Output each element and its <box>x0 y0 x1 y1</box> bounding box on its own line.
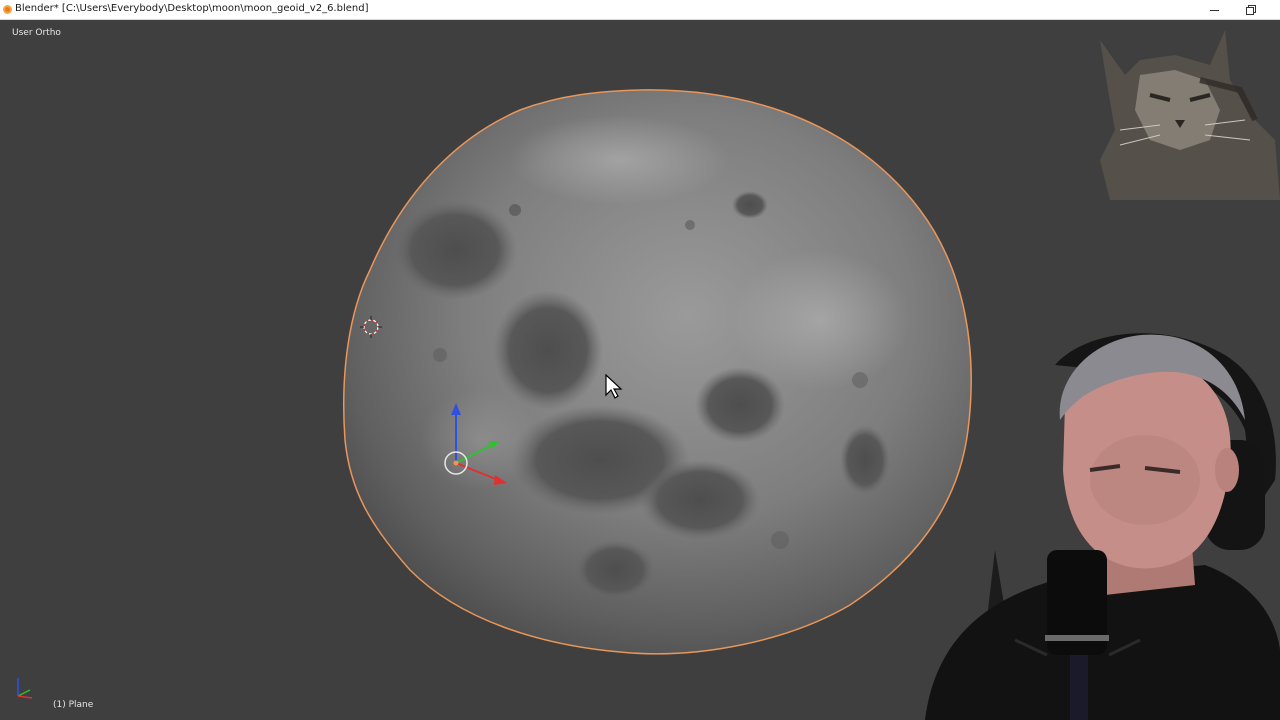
3d-viewport[interactable]: User Ortho (1) Plane <box>0 20 1280 720</box>
title-bar[interactable]: Blender* [C:\Users\Everybody\Desktop\moo… <box>0 0 1280 20</box>
blender-window: Blender* [C:\Users\Everybody\Desktop\moo… <box>0 0 1280 720</box>
mouse-pointer-icon <box>605 374 623 399</box>
highland-region <box>420 390 540 490</box>
active-object-label: (1) Plane <box>53 700 94 710</box>
minimize-icon <box>1209 10 1219 11</box>
mare-region <box>575 540 655 600</box>
crater <box>509 204 521 216</box>
blender-icon <box>3 5 12 14</box>
mare-region <box>640 460 760 540</box>
crater <box>685 220 695 230</box>
crater <box>433 348 447 362</box>
crater <box>771 531 789 549</box>
axes-orientation-icon <box>17 678 33 699</box>
mare-region <box>493 290 603 410</box>
mare-region <box>840 425 890 495</box>
highland-region <box>730 250 910 390</box>
webcam-overlay <box>925 333 1280 720</box>
mare-region <box>393 200 517 300</box>
minimize-button[interactable] <box>1196 0 1232 19</box>
mare-region <box>732 191 768 219</box>
restore-button[interactable] <box>1232 0 1268 19</box>
crater <box>852 372 868 388</box>
highland-region <box>510 115 730 205</box>
cat-logo-icon <box>1100 30 1280 200</box>
window-title: Blender* [C:\Users\Everybody\Desktop\moo… <box>15 3 369 14</box>
restore-icon <box>1245 5 1256 15</box>
